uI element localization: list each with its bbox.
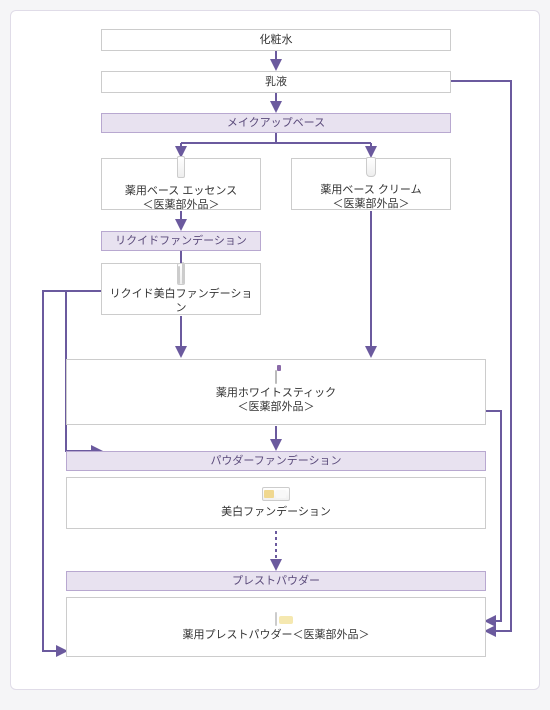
header-makeup-base-label: メイクアップベース xyxy=(227,116,325,130)
step-lotion-label: 化粧水 xyxy=(260,33,293,47)
tube-icon xyxy=(366,157,376,181)
whitening-foundation-label: 美白ファンデーション xyxy=(221,505,331,519)
header-makeup-base: メイクアップベース xyxy=(101,113,451,133)
white-stick-l2: ＜医薬部外品＞ xyxy=(238,400,315,414)
base-essence-l2: ＜医薬部外品＞ xyxy=(143,198,220,212)
header-powder-foundation-label: パウダーファンデーション xyxy=(210,454,341,468)
flow-diagram: 化粧水 乳液 メイクアップベース 薬用ベース エッセンス ＜医薬部外品＞ 薬用ベ… xyxy=(10,10,540,690)
product-base-cream: 薬用ベース クリーム ＜医薬部外品＞ xyxy=(291,158,451,210)
product-white-stick: 薬用ホワイトスティック ＜医薬部外品＞ xyxy=(66,359,486,425)
bottle-pair-icon xyxy=(177,263,185,285)
product-whitening-foundation: 美白ファンデーション xyxy=(66,477,486,529)
product-medicated-pressed: 薬用プレストパウダー＜医薬部外品＞ xyxy=(66,597,486,657)
white-stick-l1: 薬用ホワイトスティック xyxy=(216,386,336,400)
header-powder-foundation: パウダーファンデーション xyxy=(66,451,486,471)
product-liquid-whitening: リクイド美白ファンデーション xyxy=(101,263,261,315)
liquid-whitening-label: リクイド美白ファンデーション xyxy=(106,287,256,316)
compact-icon xyxy=(262,487,290,502)
header-liquid-foundation: リクイドファンデーション xyxy=(101,231,261,251)
product-base-essence: 薬用ベース エッセンス ＜医薬部外品＞ xyxy=(101,158,261,210)
step-emulsion-label: 乳液 xyxy=(265,75,287,89)
stick-icon xyxy=(275,370,277,384)
base-essence-l1: 薬用ベース エッセンス xyxy=(125,184,237,198)
header-pressed-powder: プレストパウダー xyxy=(66,571,486,591)
bottle-icon xyxy=(177,156,185,182)
header-liquid-foundation-label: リクイドファンデーション xyxy=(115,234,247,248)
step-lotion: 化粧水 xyxy=(101,29,451,51)
header-pressed-powder-label: プレストパウダー xyxy=(232,574,320,588)
base-cream-l1: 薬用ベース クリーム xyxy=(320,183,421,197)
base-cream-l2: ＜医薬部外品＞ xyxy=(333,197,410,211)
step-emulsion: 乳液 xyxy=(101,71,451,93)
medicated-pressed-label: 薬用プレストパウダー＜医薬部外品＞ xyxy=(183,628,370,642)
powder-pot-icon xyxy=(275,612,277,626)
